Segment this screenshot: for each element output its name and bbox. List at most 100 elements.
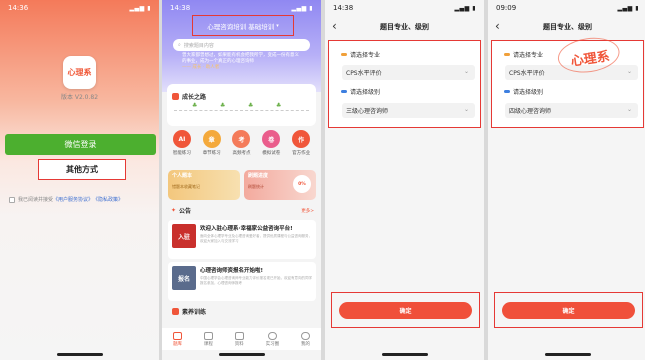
homework-icon: 作 (292, 130, 311, 148)
notice-thumbnail: 入驻 (172, 224, 196, 248)
search-placeholder: 搜索题目内容 (183, 42, 214, 49)
category-high-frequency[interactable]: 考 高频考点 (227, 130, 255, 156)
confirm-button[interactable]: 确定 (339, 302, 472, 319)
major-select-value: CPS水平评价 (346, 70, 382, 77)
personal-question-bank-card[interactable]: 个人题本 错题本收藏笔记 (168, 170, 240, 200)
notice-item[interactable]: 报名 心理咨询师资报名开始啦! 中国心理学会心理咨询师专业能力评价报名现已开始，… (168, 262, 316, 301)
agreement-row: 我已阅读并接受 《用户服务协议》 《隐私政策》 (9, 196, 123, 203)
megaphone-icon: ✦ (171, 207, 177, 214)
status-bar: 14:36 ▂▄▆ ▮ (0, 0, 159, 16)
notice-thumbnail: 报名 (172, 266, 196, 290)
status-time: 14:38 (170, 4, 191, 12)
notice-more-link[interactable]: 更多> (301, 208, 314, 214)
confirm-button[interactable]: 确定 (502, 302, 635, 319)
notice-desc: 中国心理学会心理咨询师专业能力评价报名现已开始，欢迎有意向的同学报名参加，心理咨… (200, 276, 312, 285)
bottom-tab-bar: 题库 课程 资料 实习圈 我的 (162, 328, 321, 350)
category-official-homework[interactable]: 作 官方作业 (287, 130, 315, 156)
notice-title: 欢迎入驻心理系·幸福家公益咨询平台! (200, 226, 293, 232)
nav-bar: ‹ 题目专业、级别 (488, 16, 645, 38)
sprout-icon: ♣ (276, 102, 282, 109)
app-version: 版本 V2.0.82 (60, 94, 99, 101)
other-login-methods-button[interactable]: 其他方式 (38, 159, 126, 180)
book-icon (172, 331, 182, 340)
ai-icon: AI (172, 130, 191, 148)
app-logo: 心理系 (63, 56, 96, 89)
home-indicator (218, 353, 265, 356)
category-label: 智能练习 (172, 151, 191, 156)
search-icon: ⌕ (178, 42, 181, 48)
sprout-icon: ♣ (220, 102, 226, 109)
label-marker-icon (504, 90, 510, 93)
circle-icon (267, 331, 277, 340)
home-banner[interactable]: 曾大家都曾想过，如果能有机会把我所学，变成一份有意义的事业，成为一个真正的心理咨… (182, 53, 302, 77)
card-subtitle: 错题本收藏笔记 (172, 184, 200, 189)
tab-me[interactable]: 我的 (301, 331, 310, 347)
major-select-value: CPS水平评价 (509, 70, 545, 77)
category-chapter-practice[interactable]: 章 章节练习 (198, 130, 226, 156)
notice-title: 心理咨询师资报名开始啦! (200, 268, 264, 274)
select-major-screen: 14:38 ▂▄▆ ▮ ‹ 题目专业、级别 请选择专业 CPS水平评价 ⌄ 请选… (325, 0, 484, 360)
quick-cards: 个人题本 错题本收藏笔记 刷题进度 刷题统计 0% (168, 170, 316, 200)
app-logo-text: 心理系 (67, 68, 92, 77)
major-select[interactable]: CPS水平评价 ⌄ (342, 65, 475, 80)
chevron-down-icon: ▾ (276, 22, 279, 29)
wechat-login-button[interactable]: 微信登录 (5, 134, 156, 155)
major-label: 请选择专业 (504, 50, 543, 59)
back-arrow-icon[interactable]: ‹ (495, 19, 500, 33)
screenshot-strip: 14:36 ▂▄▆ ▮ 心理系 版本 V2.0.82 微信登录 其他方式 我已阅… (0, 0, 645, 360)
selection-panel: 请选择专业 CPS水平评价 ⌄ 请选择级别 三级心理咨询师 ⌄ (328, 40, 481, 128)
sprout-icon: ♣ (192, 102, 198, 109)
progress-card[interactable]: 刷题进度 刷题统计 0% (244, 170, 316, 200)
home-indicator (381, 353, 428, 356)
banner-signature: —— 成长 · 助人者 (182, 65, 220, 70)
card-title: 个人题本 (172, 173, 193, 179)
training-icon (172, 308, 179, 315)
sprout-icon: ♣ (248, 102, 254, 109)
level-select-value: 四级心理咨询师 (509, 108, 552, 115)
signal-icons: ▂▄▆ ▮ (129, 4, 151, 12)
growth-card (167, 84, 316, 126)
page-title: 题目专业、级别 (380, 23, 429, 31)
category-grid: AI 智能练习 章 章节练习 考 高频考点 卷 模拟试卷 作 官方作业 (167, 130, 316, 156)
select-level-screen: 09:09 ▂▄▆ ▮ ‹ 题目专业、级别 请选择专业 CPS水平评价 ⌄ 请选… (488, 0, 645, 360)
back-arrow-icon[interactable]: ‹ (332, 19, 337, 33)
user-agreement-link[interactable]: 《用户服务协议》 (53, 196, 93, 203)
confirm-area: 确定 (331, 292, 480, 328)
status-time: 14:38 (333, 4, 354, 12)
tab-materials[interactable]: 资料 (234, 331, 244, 347)
search-input[interactable]: ⌕ 搜索题目内容 (173, 39, 310, 51)
level-select[interactable]: 三级心理咨询师 ⌄ (342, 103, 475, 118)
signal-icons: ▂▄▆ ▮ (617, 4, 639, 12)
category-smart-practice[interactable]: AI 智能练习 (168, 130, 196, 156)
growth-path (174, 110, 309, 111)
notice-desc: 面向全体心理学专业及心理咨询爱好者，提供优质课程与公益咨询服务，欢迎大家加入与交… (200, 234, 312, 243)
category-label: 高频考点 (232, 151, 251, 156)
notice-header: ✦ 公告 更多> (171, 206, 314, 215)
login-screen: 14:36 ▂▄▆ ▮ 心理系 版本 V2.0.82 微信登录 其他方式 我已阅… (0, 0, 159, 360)
privacy-policy-link[interactable]: 《隐私政策》 (93, 196, 123, 203)
category-mock-exam[interactable]: 卷 模拟试卷 (257, 130, 285, 156)
category-label: 官方作业 (292, 151, 311, 156)
notice-section-title: ✦ 公告 (171, 207, 192, 215)
tab-question-bank[interactable]: 题库 (172, 331, 182, 347)
notice-item[interactable]: 入驻 欢迎入驻心理系·幸福家公益咨询平台! 面向全体心理学专业及心理咨询爱好者，… (168, 220, 316, 259)
nav-bar: ‹ 题目专业、级别 (325, 16, 484, 38)
level-label: 请选择级别 (341, 87, 380, 96)
home-screen: 14:38 ▂▄▆ ▮ 心理咨询培训 基础培训 ▾ ⌕ 搜索题目内容 曾大家都曾… (162, 0, 321, 360)
category-label: 模拟试卷 (262, 151, 281, 156)
category-label: 章节练习 (202, 151, 221, 156)
course-switcher[interactable]: 心理咨询培训 基础培训 ▾ (192, 15, 294, 36)
exam-point-icon: 考 (232, 130, 251, 148)
tab-internship[interactable]: 实习圈 (266, 331, 279, 347)
folder-icon (234, 331, 244, 340)
chevron-down-icon: ⌄ (626, 68, 632, 75)
label-marker-icon (341, 53, 347, 56)
banner-text: 曾大家都曾想过，如果能有机会把我所学，变成一份有意义的事业，成为一个真正的心理咨… (182, 53, 299, 64)
chevron-down-icon: ⌄ (626, 106, 632, 113)
level-select[interactable]: 四级心理咨询师 ⌄ (505, 103, 638, 118)
tab-courses[interactable]: 课程 (203, 331, 213, 347)
status-time: 14:36 (8, 4, 29, 12)
signal-icons: ▂▄▆ ▮ (291, 4, 313, 12)
page-title: 题目专业、级别 (543, 23, 592, 31)
agreement-checkbox[interactable] (9, 196, 15, 203)
